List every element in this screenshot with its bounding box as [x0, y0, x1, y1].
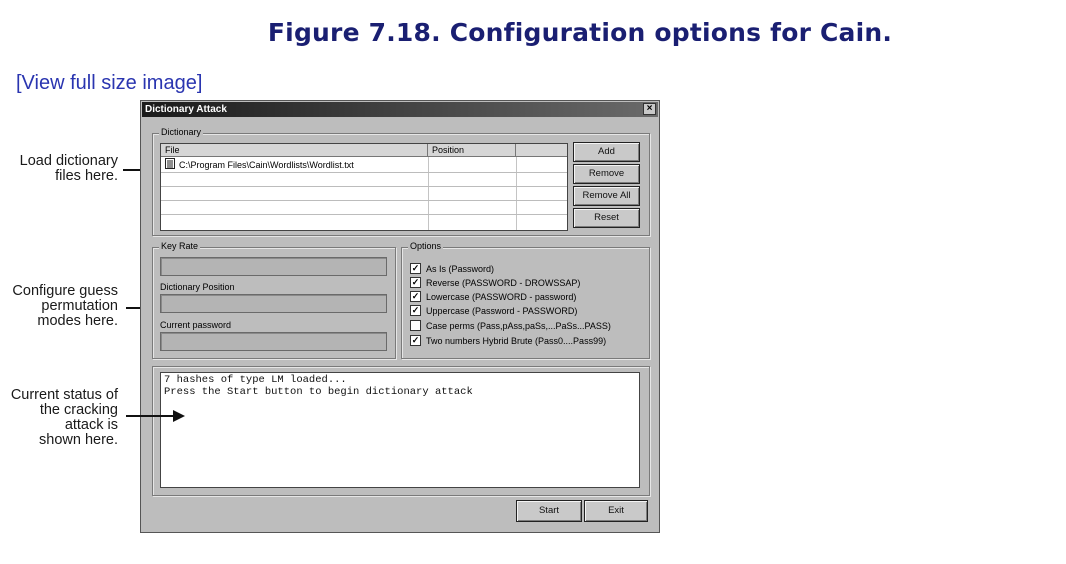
- option-lowercase[interactable]: ✓ Lowercase (PASSWORD - password): [410, 291, 576, 305]
- callout-line: permutation: [41, 298, 118, 314]
- dictionary-group-label: Dictionary: [159, 127, 204, 137]
- callout-line: modes here.: [37, 313, 118, 329]
- callout-line: attack is: [64, 417, 118, 433]
- table-row[interactable]: [161, 200, 567, 215]
- lowercase-checkbox[interactable]: ✓: [410, 291, 421, 303]
- option-label: Reverse (PASSWORD - DROWSSAP): [426, 278, 581, 288]
- callout-line: the cracking: [39, 402, 118, 418]
- option-uppercase[interactable]: ✓ Uppercase (Password - PASSWORD): [410, 305, 577, 319]
- callout-configure-guess: Configure guess permutation modes here.: [12, 284, 118, 329]
- exit-button[interactable]: Exit: [584, 500, 648, 522]
- callout-current-status: Current status of the cracking attack is…: [11, 388, 118, 448]
- table-row[interactable]: [161, 186, 567, 201]
- reverse-checkbox[interactable]: ✓: [410, 277, 421, 289]
- option-case-perms[interactable]: Case perms (Pass,pAss,paSs,...PaSs...PAS…: [410, 320, 611, 334]
- remove-button[interactable]: Remove: [573, 164, 640, 184]
- table-row[interactable]: [161, 172, 567, 187]
- key-rate-label: Key Rate: [159, 241, 201, 251]
- view-full-size-link[interactable]: [View full size image]: [16, 72, 202, 95]
- current-password-label: Current password: [158, 320, 234, 330]
- table-row[interactable]: [161, 214, 567, 228]
- file-path-cell: C:\Program Files\Cain\Wordlists\Wordlist…: [179, 160, 354, 170]
- dialog-titlebar[interactable]: Dictionary Attack ×: [142, 102, 658, 117]
- close-icon[interactable]: ×: [643, 103, 656, 115]
- uppercase-checkbox[interactable]: ✓: [410, 305, 421, 317]
- table-row[interactable]: C:\Program Files\Cain\Wordlists\Wordlist…: [161, 158, 567, 173]
- dictionary-position-field: [160, 294, 387, 313]
- option-two-numbers-hybrid[interactable]: ✓ Two numbers Hybrid Brute (Pass0....Pass…: [410, 335, 606, 349]
- callout-line: files here.: [55, 168, 118, 184]
- attack-status-output[interactable]: 7 hashes of type LM loaded... Press the S…: [160, 372, 640, 488]
- callout-line: shown here.: [39, 432, 118, 448]
- add-button[interactable]: Add: [573, 142, 640, 162]
- callout-arrow-current-status: [126, 410, 185, 422]
- option-label: As Is (Password): [426, 264, 495, 274]
- option-label: Case perms (Pass,pAss,paSs,...PaSs...PAS…: [426, 321, 611, 331]
- option-as-is[interactable]: ✓ As Is (Password): [410, 263, 494, 277]
- key-rate-field: [160, 257, 387, 276]
- callout-line: Configure guess: [12, 283, 118, 299]
- remove-all-button[interactable]: Remove All: [573, 186, 640, 206]
- option-label: Uppercase (Password - PASSWORD): [426, 306, 578, 316]
- start-button[interactable]: Start: [516, 500, 582, 522]
- file-list-icon: [165, 158, 175, 173]
- case-perms-checkbox[interactable]: [410, 320, 421, 332]
- column-header-file[interactable]: File: [161, 144, 428, 157]
- dialog-title: Dictionary Attack: [145, 104, 227, 115]
- output-line: Press the Start button to begin dictiona…: [164, 385, 473, 398]
- as-is-checkbox[interactable]: ✓: [410, 263, 421, 275]
- current-password-field: [160, 332, 387, 351]
- option-label: Two numbers Hybrid Brute (Pass0....Pass9…: [426, 336, 607, 346]
- option-label: Lowercase (PASSWORD - password): [426, 292, 577, 302]
- column-header-position[interactable]: Position: [428, 144, 516, 157]
- callout-line: Load dictionary: [19, 153, 118, 169]
- figure-title: Figure 7.18. Configuration options for C…: [267, 18, 893, 47]
- options-group-label: Options: [408, 241, 444, 251]
- column-header-blank[interactable]: [516, 144, 567, 157]
- two-numbers-hybrid-checkbox[interactable]: ✓: [410, 335, 421, 347]
- output-line: 7 hashes of type LM loaded...: [164, 374, 347, 386]
- dictionary-file-list[interactable]: File Position C:\Program Files\Cain\Word…: [160, 143, 568, 231]
- callout-line: Current status of: [10, 387, 118, 403]
- callout-load-dictionary: Load dictionary files here.: [20, 154, 118, 184]
- reset-button[interactable]: Reset: [573, 208, 640, 228]
- dictionary-position-label: Dictionary Position: [158, 282, 237, 292]
- option-reverse[interactable]: ✓ Reverse (PASSWORD - DROWSSAP): [410, 277, 580, 291]
